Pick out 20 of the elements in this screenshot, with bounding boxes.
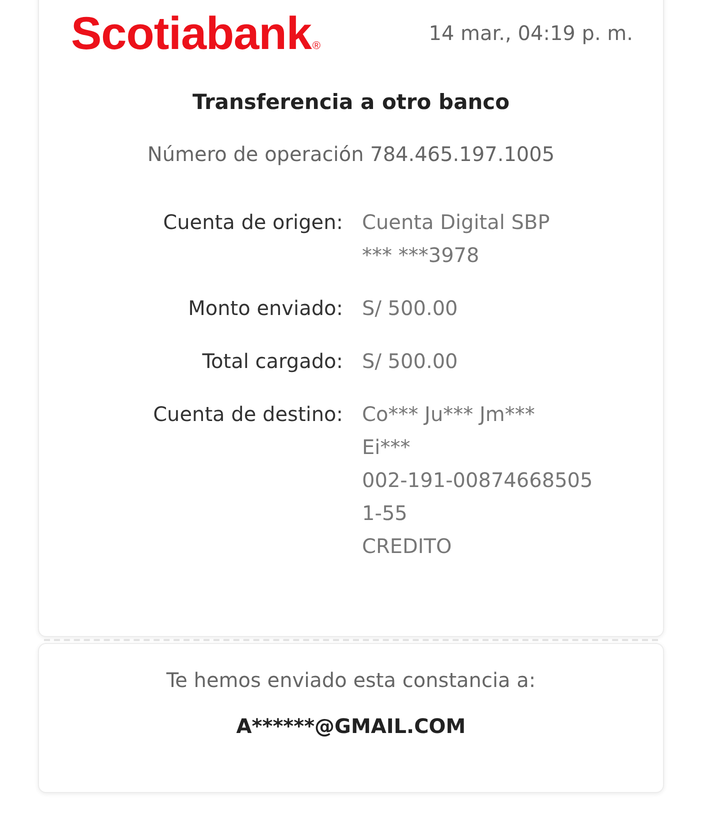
detail-label: Cuenta de origen: (162, 209, 343, 236)
registered-mark: ® (312, 40, 321, 52)
operation-number: Número de operación 784.465.197.1005 (146, 142, 556, 166)
receipt-title: Transferencia a otro banco (191, 90, 511, 114)
detail-value: S/ 500.00 (362, 348, 459, 375)
detail-value: Cuenta Digital SBP (362, 209, 551, 236)
detail-value: 1-55 (362, 500, 408, 527)
bank-logo: Scotiabank (71, 10, 312, 56)
detail-value: *** ***3978 (362, 242, 480, 269)
detail-label: Total cargado: (201, 348, 343, 375)
detail-label: Monto enviado: (187, 295, 343, 322)
detail-label: Cuenta de destino: (152, 401, 343, 428)
detail-value: CREDITO (362, 533, 453, 560)
sent-message: Te hemos enviado esta constancia a: (166, 668, 536, 692)
detail-value: Co*** Ju*** Jm*** (362, 401, 536, 428)
detail-value: S/ 500.00 (362, 295, 459, 322)
date-time: 14 mar., 04:19 p. m. (428, 21, 633, 45)
detail-value: Ei*** (362, 434, 412, 461)
detail-value: 002-191-00874668505 (362, 467, 594, 494)
email-address: A******@GMAIL.COM (236, 714, 466, 738)
